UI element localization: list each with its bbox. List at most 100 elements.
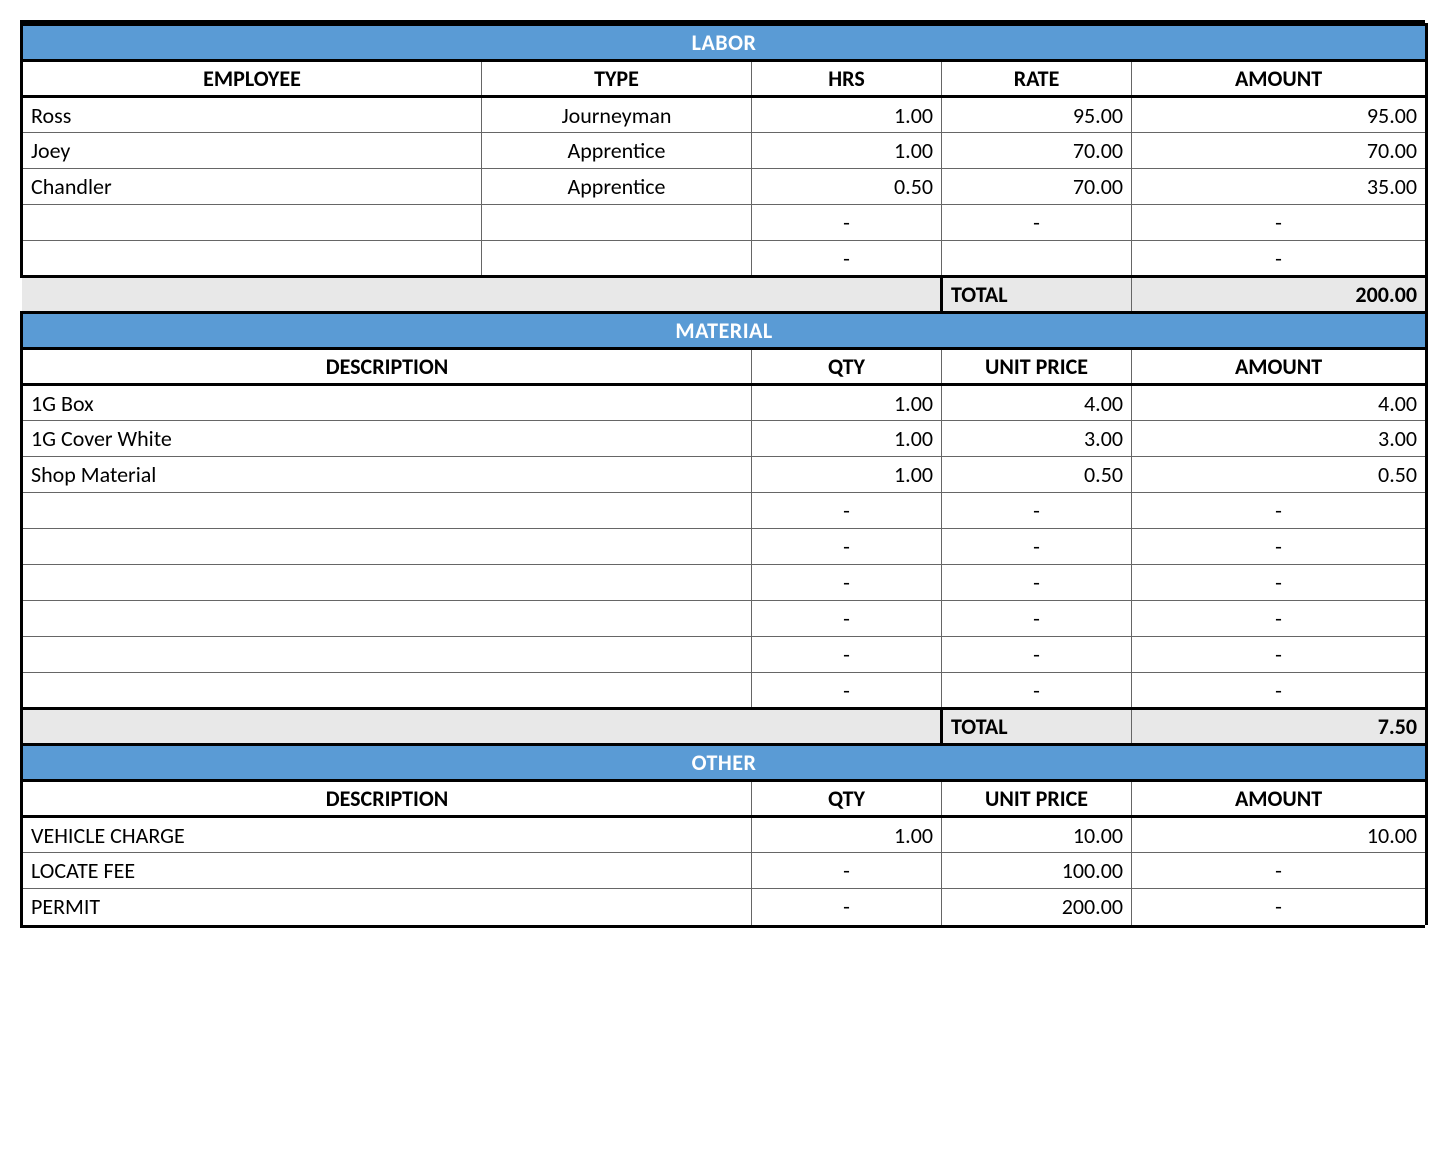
labor-type-cell[interactable]: Apprentice bbox=[482, 133, 752, 169]
material-qty-cell[interactable]: - bbox=[752, 529, 942, 565]
other-description-cell[interactable]: LOCATE FEE bbox=[22, 853, 752, 889]
material-amount-cell[interactable]: - bbox=[1132, 565, 1427, 601]
labor-hrs-cell[interactable]: 1.00 bbox=[752, 133, 942, 169]
material-unit-price-cell[interactable]: 0.50 bbox=[942, 457, 1132, 493]
labor-employee-cell[interactable]: Chandler bbox=[22, 169, 482, 205]
material-unit-price-cell[interactable]: - bbox=[942, 673, 1132, 709]
labor-hrs-cell[interactable]: 1.00 bbox=[752, 97, 942, 133]
labor-amount-cell[interactable]: 35.00 bbox=[1132, 169, 1427, 205]
material-qty-cell[interactable]: - bbox=[752, 601, 942, 637]
material-header-unit-price: UNIT PRICE bbox=[942, 349, 1132, 385]
other-amount-cell[interactable]: 10.00 bbox=[1132, 817, 1427, 853]
invoice-sheet: LABOR EMPLOYEE TYPE HRS RATE AMOUNT Ross… bbox=[20, 20, 1425, 928]
material-description-cell[interactable] bbox=[22, 637, 752, 673]
labor-employee-cell[interactable]: Ross bbox=[22, 97, 482, 133]
material-amount-cell[interactable]: - bbox=[1132, 673, 1427, 709]
material-unit-price-cell[interactable]: 3.00 bbox=[942, 421, 1132, 457]
material-row: Shop Material 1.00 0.50 0.50 bbox=[22, 457, 1427, 493]
material-unit-price-cell[interactable]: - bbox=[942, 493, 1132, 529]
material-description-cell[interactable] bbox=[22, 673, 752, 709]
material-description-cell[interactable] bbox=[22, 601, 752, 637]
labor-employee-cell[interactable] bbox=[22, 241, 482, 277]
material-amount-cell[interactable]: 3.00 bbox=[1132, 421, 1427, 457]
material-qty-cell[interactable]: 1.00 bbox=[752, 421, 942, 457]
material-qty-cell[interactable]: - bbox=[752, 565, 942, 601]
material-section-title: MATERIAL bbox=[22, 313, 1427, 349]
other-qty-cell[interactable]: - bbox=[752, 853, 942, 889]
other-amount-cell[interactable]: - bbox=[1132, 853, 1427, 889]
material-header-amount: AMOUNT bbox=[1132, 349, 1427, 385]
material-total-value: 7.50 bbox=[1132, 709, 1427, 745]
material-description-cell[interactable] bbox=[22, 565, 752, 601]
labor-amount-cell[interactable]: - bbox=[1132, 205, 1427, 241]
other-row: PERMIT - 200.00 - bbox=[22, 889, 1427, 925]
other-amount-cell[interactable]: - bbox=[1132, 889, 1427, 925]
labor-rate-cell[interactable]: 70.00 bbox=[942, 169, 1132, 205]
labor-row: Ross Journeyman 1.00 95.00 95.00 bbox=[22, 97, 1427, 133]
other-section-title: OTHER bbox=[22, 745, 1427, 781]
labor-row: - - bbox=[22, 241, 1427, 277]
labor-row: - - - bbox=[22, 205, 1427, 241]
other-header-description: DESCRIPTION bbox=[22, 781, 752, 817]
labor-type-cell[interactable]: Apprentice bbox=[482, 169, 752, 205]
labor-rate-cell[interactable]: 70.00 bbox=[942, 133, 1132, 169]
labor-employee-cell[interactable] bbox=[22, 205, 482, 241]
labor-amount-cell[interactable]: 95.00 bbox=[1132, 97, 1427, 133]
material-description-cell[interactable]: 1G Cover White bbox=[22, 421, 752, 457]
other-unit-price-cell[interactable]: 100.00 bbox=[942, 853, 1132, 889]
labor-rate-cell[interactable]: - bbox=[942, 205, 1132, 241]
material-unit-price-cell[interactable]: - bbox=[942, 565, 1132, 601]
material-qty-cell[interactable]: 1.00 bbox=[752, 385, 942, 421]
labor-header-amount: AMOUNT bbox=[1132, 61, 1427, 97]
other-qty-cell[interactable]: - bbox=[752, 889, 942, 925]
other-description-cell[interactable]: PERMIT bbox=[22, 889, 752, 925]
labor-rate-cell[interactable] bbox=[942, 241, 1132, 277]
material-amount-cell[interactable]: 4.00 bbox=[1132, 385, 1427, 421]
material-amount-cell[interactable]: - bbox=[1132, 529, 1427, 565]
labor-type-cell[interactable]: Journeyman bbox=[482, 97, 752, 133]
material-qty-cell[interactable]: - bbox=[752, 637, 942, 673]
other-unit-price-cell[interactable]: 200.00 bbox=[942, 889, 1132, 925]
material-header-qty: QTY bbox=[752, 349, 942, 385]
labor-row: Joey Apprentice 1.00 70.00 70.00 bbox=[22, 133, 1427, 169]
material-row: 1G Box 1.00 4.00 4.00 bbox=[22, 385, 1427, 421]
labor-header-hrs: HRS bbox=[752, 61, 942, 97]
other-header-unit-price: UNIT PRICE bbox=[942, 781, 1132, 817]
labor-hrs-cell[interactable]: 0.50 bbox=[752, 169, 942, 205]
labor-total-value: 200.00 bbox=[1132, 277, 1427, 313]
labor-total-row: TOTAL 200.00 bbox=[22, 277, 1427, 313]
other-qty-cell[interactable]: 1.00 bbox=[752, 817, 942, 853]
material-qty-cell[interactable]: - bbox=[752, 673, 942, 709]
material-unit-price-cell[interactable]: - bbox=[942, 637, 1132, 673]
material-header-description: DESCRIPTION bbox=[22, 349, 752, 385]
labor-amount-cell[interactable]: 70.00 bbox=[1132, 133, 1427, 169]
material-amount-cell[interactable]: - bbox=[1132, 493, 1427, 529]
material-amount-cell[interactable]: 0.50 bbox=[1132, 457, 1427, 493]
other-header-qty: QTY bbox=[752, 781, 942, 817]
labor-rate-cell[interactable]: 95.00 bbox=[942, 97, 1132, 133]
material-qty-cell[interactable]: - bbox=[752, 493, 942, 529]
material-amount-cell[interactable]: - bbox=[1132, 637, 1427, 673]
material-total-row: TOTAL 7.50 bbox=[22, 709, 1427, 745]
labor-header-rate: RATE bbox=[942, 61, 1132, 97]
material-description-cell[interactable] bbox=[22, 529, 752, 565]
material-row: - - - bbox=[22, 637, 1427, 673]
material-description-cell[interactable]: 1G Box bbox=[22, 385, 752, 421]
labor-amount-cell[interactable]: - bbox=[1132, 241, 1427, 277]
other-description-cell[interactable]: VEHICLE CHARGE bbox=[22, 817, 752, 853]
labor-hrs-cell[interactable]: - bbox=[752, 205, 942, 241]
material-description-cell[interactable]: Shop Material bbox=[22, 457, 752, 493]
material-description-cell[interactable] bbox=[22, 493, 752, 529]
other-unit-price-cell[interactable]: 10.00 bbox=[942, 817, 1132, 853]
material-amount-cell[interactable]: - bbox=[1132, 601, 1427, 637]
material-row: - - - bbox=[22, 673, 1427, 709]
labor-type-cell[interactable] bbox=[482, 241, 752, 277]
labor-hrs-cell[interactable]: - bbox=[752, 241, 942, 277]
labor-employee-cell[interactable]: Joey bbox=[22, 133, 482, 169]
material-unit-price-cell[interactable]: 4.00 bbox=[942, 385, 1132, 421]
material-unit-price-cell[interactable]: - bbox=[942, 601, 1132, 637]
other-row: VEHICLE CHARGE 1.00 10.00 10.00 bbox=[22, 817, 1427, 853]
material-qty-cell[interactable]: 1.00 bbox=[752, 457, 942, 493]
labor-type-cell[interactable] bbox=[482, 205, 752, 241]
material-unit-price-cell[interactable]: - bbox=[942, 529, 1132, 565]
